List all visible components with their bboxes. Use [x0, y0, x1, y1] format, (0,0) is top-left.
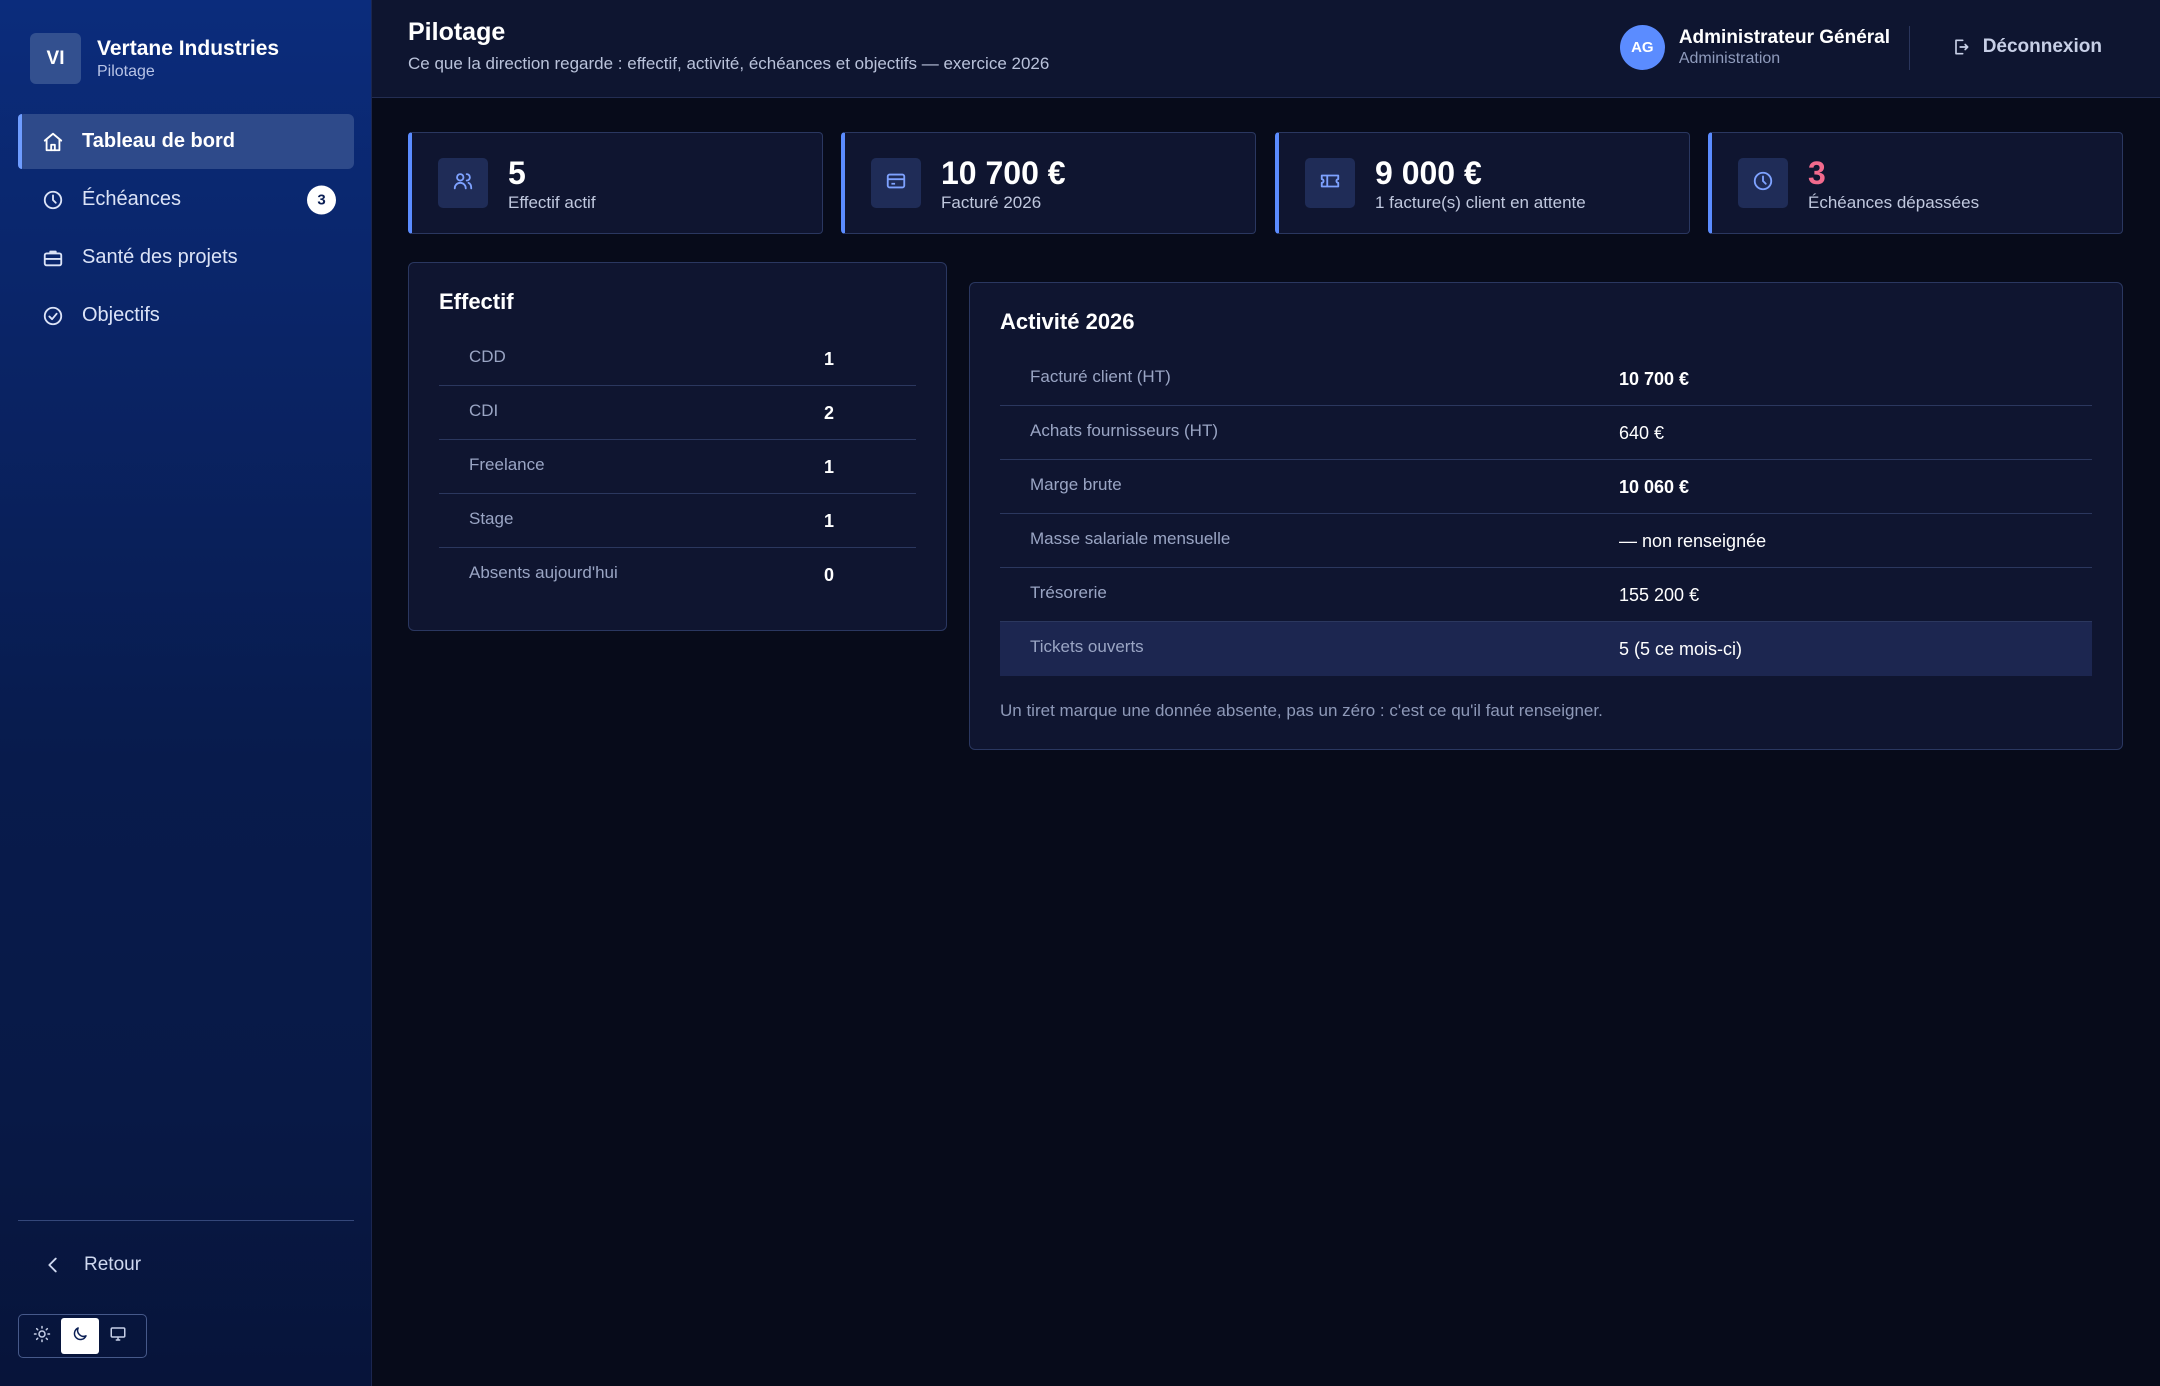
table-row: Marge brute 10 060 € — [1000, 460, 2092, 514]
kpi-card-echeances-depassees: 3 Échéances dépassées — [1708, 132, 2123, 234]
table-row: Achats fournisseurs (HT) 640 € — [1000, 406, 2092, 460]
row-label: Trésorerie — [1030, 583, 1107, 602]
sidebar-nav: Tableau de bord Échéances 3 Santé des pr… — [18, 114, 354, 346]
sidebar-item-tableau-de-bord[interactable]: Tableau de bord — [18, 114, 354, 169]
kpi-card-effectif: 5 Effectif actif — [408, 132, 823, 234]
row-value: 155 200 € — [1619, 585, 1700, 605]
clock-icon — [1752, 170, 1774, 197]
row-value: 1 — [824, 511, 835, 531]
row-label: Achats fournisseurs (HT) — [1030, 421, 1218, 440]
row-label: CDD — [469, 347, 506, 366]
table-row: Stage 1 — [439, 494, 916, 548]
table-row: Masse salariale mensuelle — non renseign… — [1000, 514, 2092, 568]
row-value: — non renseignée — [1619, 531, 1767, 551]
table-row[interactable]: Tickets ouverts 5 (5 ce mois-ci) — [1000, 622, 2092, 676]
kpi-label: 1 facture(s) client en attente — [1375, 193, 1586, 212]
chevron-left-icon — [42, 1254, 64, 1276]
brand: VI Vertane Industries Pilotage — [30, 33, 279, 84]
logout-button[interactable]: Déconnexion — [1951, 36, 2102, 58]
brand-name: Vertane Industries — [97, 36, 280, 60]
header-divider — [1909, 26, 1910, 70]
check-circle-icon — [42, 305, 64, 327]
back-label: Retour — [84, 1254, 142, 1275]
table-row: CDI 2 — [439, 386, 916, 440]
row-label: Stage — [469, 509, 514, 528]
kpi-value: 9 000 € — [1375, 155, 1482, 191]
brand-logo: VI — [30, 33, 81, 84]
row-value: 10 700 € — [1619, 369, 1690, 389]
kpi-card-facture: 10 700 € Facturé 2026 — [841, 132, 1256, 234]
activite-card: Activité 2026 Facturé client (HT) 10 700… — [969, 282, 2123, 750]
page-title: Pilotage — [408, 18, 506, 46]
sidebar-item-label: Santé des projets — [82, 246, 238, 268]
page-subtitle: Ce que la direction regarde : effectif, … — [408, 54, 1050, 73]
home-icon — [42, 131, 64, 153]
clock-icon — [42, 189, 64, 211]
credit-card-icon — [885, 170, 907, 197]
table-row: CDD 1 — [439, 332, 916, 386]
row-label: Tickets ouverts — [1030, 637, 1144, 656]
user-role: Administration — [1678, 49, 1781, 67]
theme-light-button[interactable] — [23, 1318, 61, 1354]
logout-icon — [1951, 37, 1971, 57]
table-row: Absents aujourd'hui 0 — [439, 548, 916, 602]
row-label: CDI — [469, 401, 499, 420]
effectif-card: Effectif CDD 1 CDI 2 Freelance 1 Stage 1… — [408, 262, 947, 631]
user-name: Administrateur Général — [1678, 26, 1890, 48]
row-label: Absents aujourd'hui — [469, 563, 618, 582]
kpi-value: 5 — [508, 155, 526, 191]
sidebar-item-label: Échéances — [82, 188, 181, 210]
brand-subtitle: Pilotage — [97, 62, 155, 80]
logout-label: Déconnexion — [1982, 36, 2102, 57]
kpi-card-factures-attente: 9 000 € 1 facture(s) client en attente — [1275, 132, 1690, 234]
count-badge: 3 — [307, 185, 336, 214]
row-label: Marge brute — [1030, 475, 1122, 494]
kpi-label: Effectif actif — [508, 193, 596, 212]
header: Pilotage Ce que la direction regarde : e… — [372, 0, 2160, 98]
kpi-label: Facturé 2026 — [941, 193, 1042, 212]
sidebar-item-sante-des-projets[interactable]: Santé des projets — [18, 230, 354, 285]
row-value: 1 — [824, 457, 835, 477]
sun-icon — [33, 1325, 51, 1348]
sidebar-item-objectifs[interactable]: Objectifs — [18, 288, 354, 343]
sidebar-item-label: Tableau de bord — [82, 130, 235, 152]
table-row: Freelance 1 — [439, 440, 916, 494]
card-title: Effectif — [439, 289, 514, 314]
sidebar: VI Vertane Industries Pilotage Tableau d… — [0, 0, 372, 1386]
theme-dark-button[interactable] — [61, 1318, 99, 1354]
row-value: 2 — [824, 403, 835, 423]
row-value: 10 060 € — [1619, 477, 1690, 497]
row-value: 640 € — [1619, 423, 1665, 443]
table-row: Facturé client (HT) 10 700 € — [1000, 352, 2092, 406]
row-label: Facturé client (HT) — [1030, 367, 1171, 386]
kpi-value: 10 700 € — [941, 155, 1066, 191]
moon-icon — [71, 1325, 89, 1348]
card-note: Un tiret marque une donnée absente, pas … — [1000, 701, 1603, 720]
row-label: Masse salariale mensuelle — [1030, 529, 1231, 548]
row-label: Freelance — [469, 455, 545, 474]
monitor-icon — [109, 1325, 127, 1348]
users-icon — [452, 170, 474, 197]
theme-system-button[interactable] — [99, 1318, 137, 1354]
row-value: 0 — [824, 565, 835, 585]
back-button[interactable]: Retour — [42, 1254, 141, 1276]
user-info: AG Administrateur Général Administration — [1619, 25, 1890, 70]
sidebar-item-label: Objectifs — [82, 304, 160, 326]
sidebar-divider — [18, 1220, 354, 1221]
ticket-icon — [1319, 170, 1341, 197]
row-value: 5 (5 ce mois-ci) — [1619, 639, 1743, 659]
card-title: Activité 2026 — [1000, 309, 1135, 334]
kpi-label: Échéances dépassées — [1808, 193, 1980, 212]
theme-toggle — [18, 1314, 147, 1358]
briefcase-icon — [42, 247, 64, 269]
table-row: Trésorerie 155 200 € — [1000, 568, 2092, 622]
sidebar-item-echeances[interactable]: Échéances 3 — [18, 172, 354, 227]
kpi-value: 3 — [1808, 155, 1826, 191]
avatar: AG — [1619, 25, 1665, 70]
row-value: 1 — [824, 349, 835, 369]
